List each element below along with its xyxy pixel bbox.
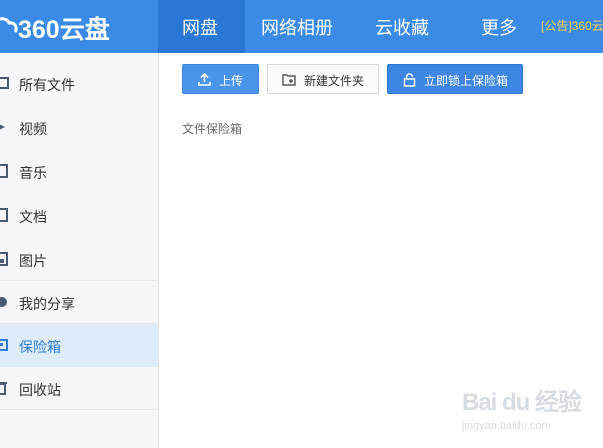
sidebar-item-label: 文档 [19,209,47,225]
logo-text: 360云盘 [18,16,110,44]
sidebar-item-label: 视频 [19,121,47,137]
watermark-mark: Bai du 经验 [462,389,582,416]
sidebar-item-documents[interactable]: 文档 [0,194,158,237]
lock-safe-button-label: 立即锁上保险箱 [424,74,509,88]
lock-safe-button[interactable]: 立即锁上保险箱 [387,64,523,94]
upload-button-label: 上传 [219,74,244,88]
nav-tab-netdisk[interactable]: 网盘 [158,0,245,53]
nav-tab-label: 更多 [481,17,517,38]
sidebar-item-label: 所有文件 [19,77,75,93]
video-icon [0,124,5,130]
sidebar-item-label: 我的分享 [19,296,75,312]
lock-icon [403,73,416,87]
sidebar-item-label: 保险箱 [19,339,61,355]
nav-tab-more[interactable]: 更多 [464,0,530,53]
sidebar-item-safe[interactable]: 保险箱 [0,324,158,367]
upload-icon [198,73,211,86]
breadcrumb: 文件保险箱 [182,122,243,136]
announcement-link[interactable]: [公告]360云 [541,17,603,34]
nav-tab-label: 网盘 [182,17,218,38]
sidebar-divider [0,409,158,410]
share-icon [0,297,7,307]
document-icon [0,208,8,222]
sidebar-item-images[interactable]: 图片 [0,238,158,281]
sidebar-item-label: 音乐 [19,165,47,181]
sidebar-item-video[interactable]: 视频 [0,106,158,149]
baidu-watermark: Bai du 经验 jingyan.baidu.com [462,382,602,448]
sidebar-item-label: 回收站 [19,382,61,398]
upload-button[interactable]: 上传 [182,64,259,94]
watermark-sub: jingyan.baidu.com [462,420,551,432]
top-header: 360云盘 网盘 网络相册 云收藏 更多 [公告]360云 [0,0,603,53]
app-logo[interactable]: 360云盘 [0,0,158,53]
top-nav: 网盘 网络相册 云收藏 更多 [158,0,530,53]
nav-tab-label: 网络相册 [261,17,333,38]
sidebar-item-all-files[interactable]: 所有文件 [0,62,158,105]
new-folder-icon [282,74,296,86]
music-icon [0,164,8,178]
image-icon [0,252,8,266]
new-folder-button-label: 新建文件夹 [304,74,365,88]
sidebar-item-label: 图片 [19,253,47,269]
nav-tab-album[interactable]: 网络相册 [245,0,359,53]
sidebar: 所有文件 视频 音乐 文档 图片 我的分享 保险箱 回收站 [0,53,159,448]
sidebar-item-my-shares[interactable]: 我的分享 [0,281,158,324]
safe-icon [0,339,8,351]
folder-icon [0,77,9,89]
nav-tab-label: 云收藏 [375,17,429,38]
cloud-logo-icon [0,17,18,33]
new-folder-button[interactable]: 新建文件夹 [267,64,379,94]
nav-tab-favorites[interactable]: 云收藏 [359,0,464,53]
sidebar-item-music[interactable]: 音乐 [0,150,158,193]
trash-icon [0,382,7,395]
sidebar-item-recycle-bin[interactable]: 回收站 [0,367,158,410]
